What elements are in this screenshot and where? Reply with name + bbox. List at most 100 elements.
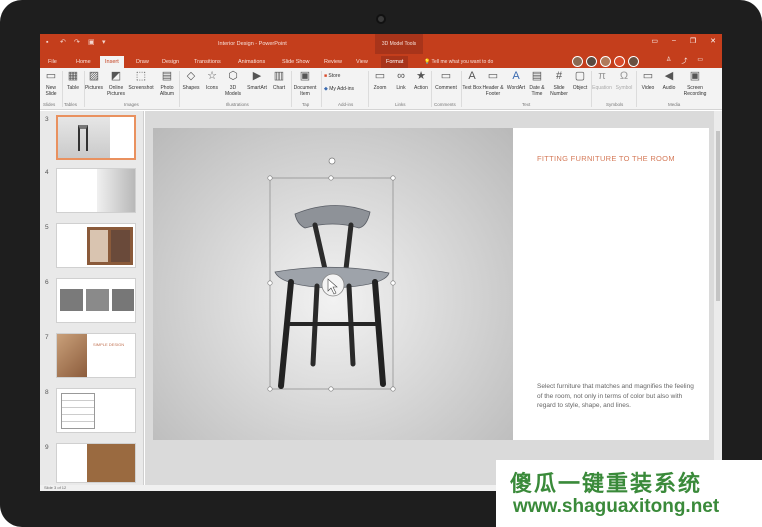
resize-handle[interactable]	[267, 175, 273, 181]
slide-thumbnail-8[interactable]	[56, 388, 136, 433]
photo-album-label: Photo Album	[159, 85, 175, 97]
comments-icon[interactable]: ▭	[697, 56, 703, 65]
slide-thumbnail-4[interactable]	[56, 168, 136, 213]
slide-thumbnail-7[interactable]: SIMPLE DESIGN	[56, 333, 136, 378]
tab-insert[interactable]: Insert	[100, 56, 124, 68]
minimize-icon[interactable]: –	[672, 37, 676, 45]
audio-button[interactable]: ◀ Audio	[658, 70, 680, 91]
action-button[interactable]: ★ Action	[410, 70, 432, 91]
avatar[interactable]	[614, 56, 625, 67]
tab-transitions[interactable]: Transitions	[194, 56, 221, 68]
new-slide-label: New Slide	[45, 85, 57, 97]
tab-draw[interactable]: Draw	[136, 56, 149, 68]
screenshot-button[interactable]: ⬚ Screenshot	[128, 70, 154, 91]
resize-handle[interactable]	[328, 386, 334, 392]
account-icon[interactable]: ♙	[666, 56, 671, 65]
tab-animations[interactable]: Animations	[238, 56, 265, 68]
avatar[interactable]	[586, 56, 597, 67]
tell-me-search[interactable]: 💡 Tell me what you want to do	[424, 56, 493, 68]
thumb-image	[111, 230, 130, 262]
photo-album-button[interactable]: ▤ Photo Album	[156, 70, 178, 97]
slide-body-text[interactable]: Select furniture that matches and magnif…	[537, 382, 697, 411]
slide-number-button[interactable]: # Slide Number	[548, 70, 570, 97]
object-icon: ▢	[574, 70, 586, 82]
avatar[interactable]	[628, 56, 639, 67]
resize-handle[interactable]	[328, 175, 334, 181]
store-button[interactable]: ■ Store	[324, 73, 340, 79]
undo-icon[interactable]: ↶	[60, 39, 68, 47]
video-icon: ▭	[642, 70, 654, 82]
object-button[interactable]: ▢ Object	[569, 70, 591, 91]
tab-slide-show[interactable]: Slide Show	[282, 56, 310, 68]
store-label: Store	[328, 73, 341, 79]
tab-view[interactable]: View	[356, 56, 368, 68]
zoom-icon: ▭	[374, 70, 386, 82]
resize-handle[interactable]	[390, 386, 396, 392]
icons-button[interactable]: ☆ Icons	[201, 70, 223, 91]
wordart-button[interactable]: A WordArt	[505, 70, 527, 91]
resize-handle[interactable]	[390, 280, 396, 286]
save-icon[interactable]: ▪	[46, 39, 54, 47]
tab-design[interactable]: Design	[162, 56, 179, 68]
table-label: Table	[67, 85, 79, 91]
tab-home[interactable]: Home	[76, 56, 91, 68]
group-label-tap: Tap	[302, 102, 310, 107]
screenshot-icon: ⬚	[135, 70, 147, 82]
smartart-button[interactable]: ▶ SmartArt	[245, 70, 269, 91]
new-slide-button[interactable]: ▭ New Slide	[40, 70, 62, 97]
share-icon[interactable]: ⤴	[681, 56, 687, 65]
shapes-icon: ◇	[186, 70, 196, 82]
shapes-button[interactable]: ◇ Shapes	[180, 70, 202, 91]
my-addins-button[interactable]: ◆ My Add-ins	[324, 86, 354, 92]
date-time-button[interactable]: ▤ Date & Time	[526, 70, 548, 97]
omega-icon: Ω	[619, 70, 629, 82]
context-tools-label: 3D Model Tools	[375, 34, 423, 54]
chair-3d-model[interactable]	[153, 128, 513, 440]
redo-icon[interactable]: ↷	[74, 39, 82, 47]
tab-file[interactable]: File	[48, 56, 57, 68]
resize-handle[interactable]	[267, 386, 273, 392]
restore-icon[interactable]: ❐	[690, 37, 696, 45]
slide-thumbnail-5[interactable]	[56, 223, 136, 268]
customize-qat-icon[interactable]: ▾	[102, 39, 110, 47]
symbol-button[interactable]: Ω Symbol	[613, 70, 635, 91]
group-label-addins: Add-ins	[338, 102, 354, 107]
group-label-symbols: Symbols	[606, 102, 624, 107]
group-label-slides: Slides	[43, 102, 56, 107]
window-controls: ▭ – ❐ ✕	[651, 37, 716, 45]
document-item-button[interactable]: ▣ Document Item	[291, 70, 319, 97]
resize-handle[interactable]	[390, 175, 396, 181]
chart-button[interactable]: ▥ Chart	[268, 70, 290, 91]
link-button[interactable]: ∞ Link	[390, 70, 412, 91]
slide-thumbnail-3[interactable]	[56, 115, 136, 160]
vertical-scrollbar[interactable]	[714, 111, 722, 485]
document-item-icon: ▣	[299, 70, 311, 82]
slide-title[interactable]: FITTING FURNITURE TO THE ROOM	[537, 154, 675, 163]
group-label-illustrations: Illustrations	[226, 102, 249, 107]
current-slide[interactable]: FITTING FURNITURE TO THE ROOM Select fur…	[153, 128, 709, 440]
comment-button[interactable]: ▭ Comment	[432, 70, 460, 91]
header-footer-button[interactable]: ▭ Header & Footer	[480, 70, 506, 97]
slide-thumbnail-9[interactable]	[56, 443, 136, 483]
video-button[interactable]: ▭ Video	[637, 70, 659, 91]
online-pictures-button[interactable]: ◩ Online Pictures	[105, 70, 127, 97]
tab-format[interactable]: Format	[381, 56, 409, 68]
close-icon[interactable]: ✕	[710, 37, 716, 45]
present-icon[interactable]: ▣	[88, 39, 96, 47]
avatar[interactable]	[572, 56, 583, 67]
slide-thumbnail-6[interactable]	[56, 278, 136, 323]
table-button[interactable]: ▦ Table	[62, 70, 84, 91]
ribbon-display-icon[interactable]: ▭	[651, 37, 658, 45]
tab-review[interactable]: Review	[324, 56, 342, 68]
avatar[interactable]	[600, 56, 611, 67]
title-right-icons: ♙ ⤴ ▭	[666, 56, 703, 65]
scrollbar-thumb[interactable]	[716, 131, 720, 301]
screen-recording-button[interactable]: ▣ Screen Recording	[680, 70, 710, 97]
equation-button[interactable]: π Equation	[591, 70, 613, 91]
3d-models-button[interactable]: ⬡ 3D Models	[222, 70, 244, 97]
rotate-handle-icon[interactable]	[328, 157, 336, 165]
resize-handle[interactable]	[267, 280, 273, 286]
group-label-media: Media	[668, 102, 681, 107]
pictures-button[interactable]: ▨ Pictures	[83, 70, 105, 91]
zoom-button[interactable]: ▭ Zoom	[369, 70, 391, 91]
